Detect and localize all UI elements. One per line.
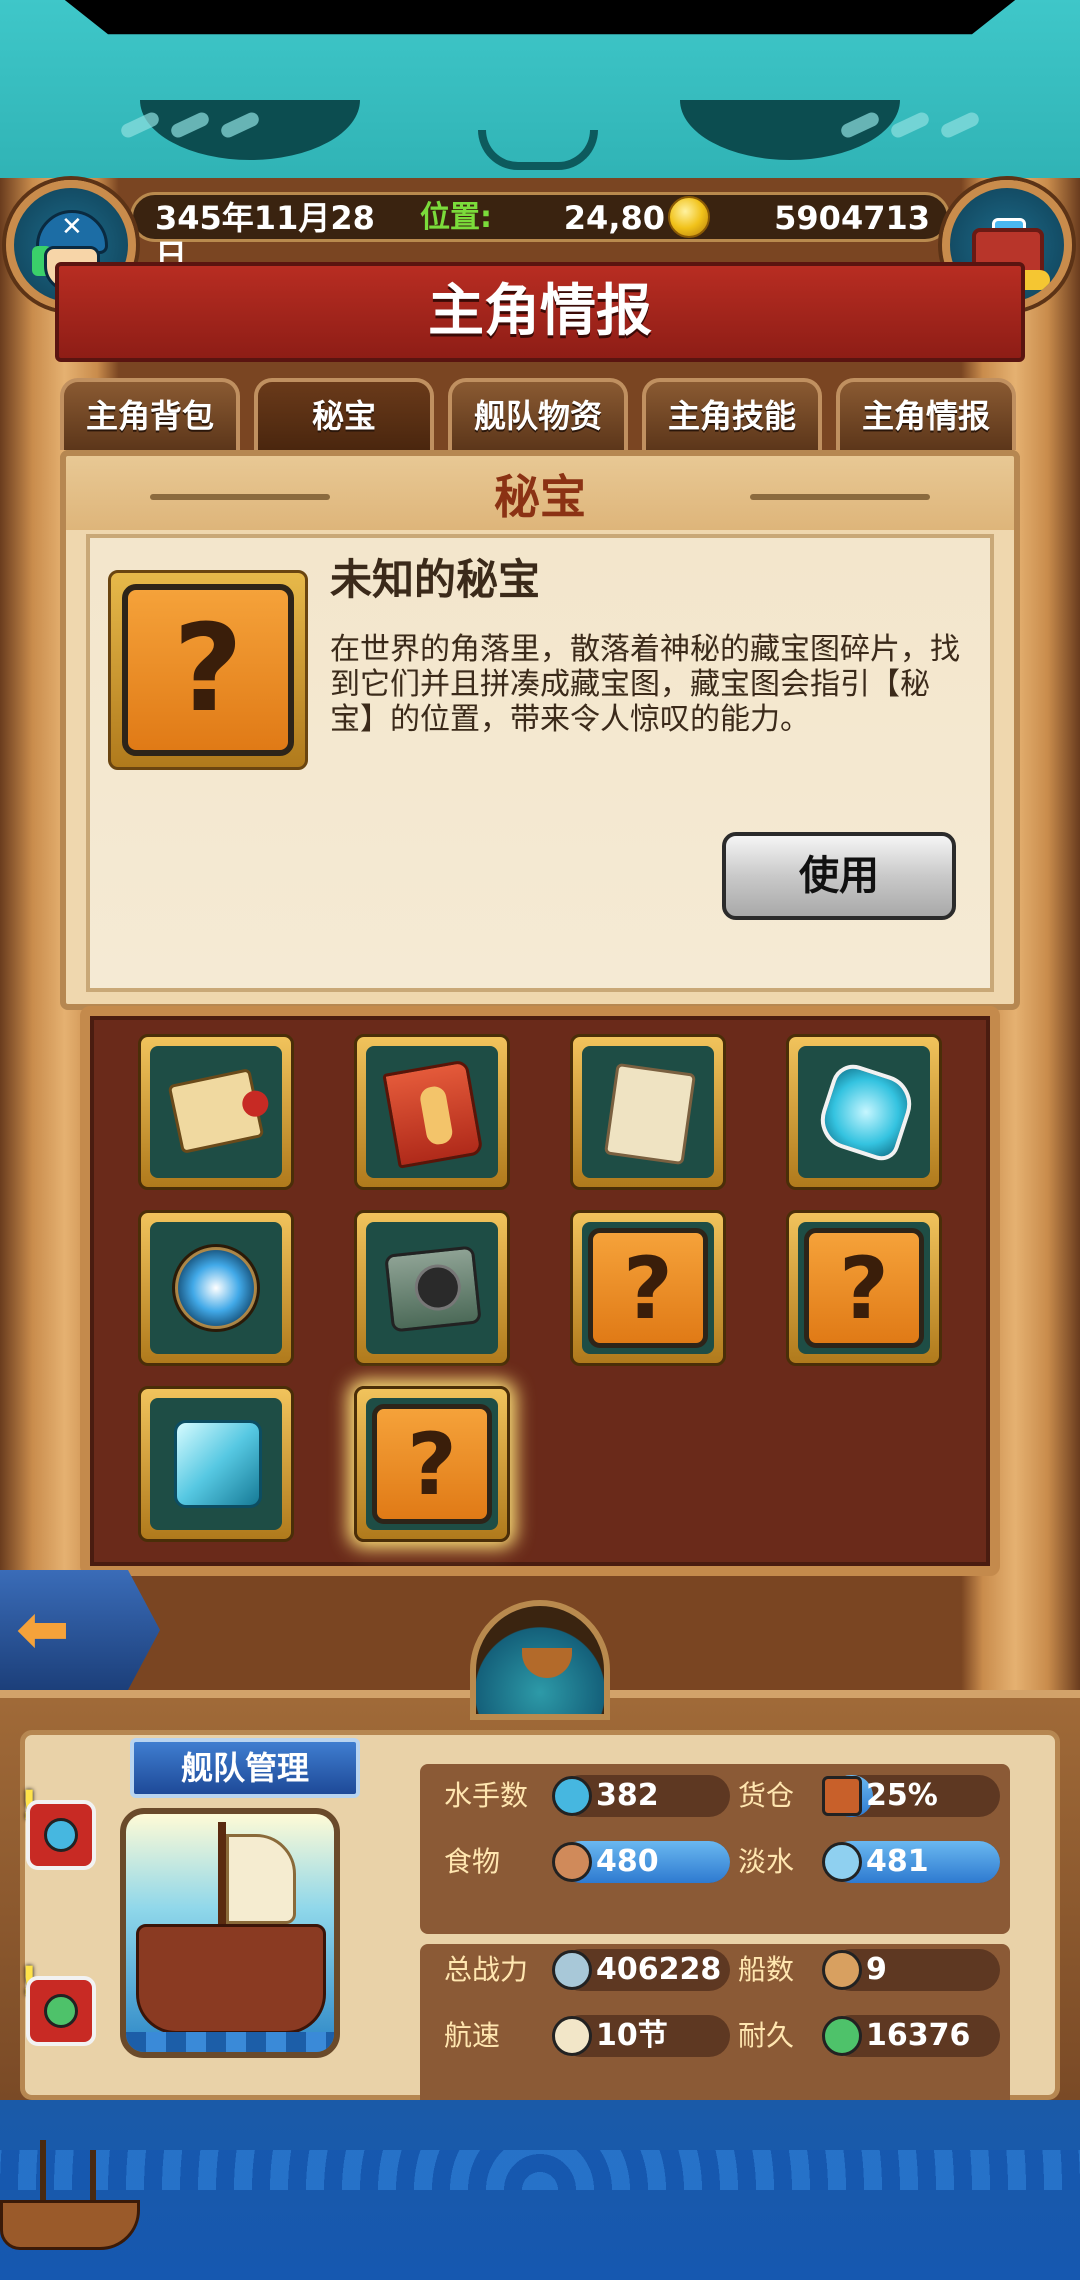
- ship-icon: [44, 1994, 78, 2028]
- grid-item-scroll[interactable]: [570, 1034, 726, 1190]
- unknown-icon: ?: [588, 1228, 708, 1348]
- cross-icon: ✕: [61, 212, 83, 242]
- tab-info[interactable]: 主角情报: [836, 378, 1016, 450]
- position-value: 24,80: [563, 199, 665, 237]
- crate-icon: [822, 1776, 862, 1816]
- sail-icon: [226, 1834, 296, 1924]
- meat-icon: [552, 1842, 592, 1882]
- grid-item-unknown-selected[interactable]: ?: [354, 1386, 510, 1542]
- sailor-icon: [552, 1776, 592, 1816]
- sea-footer: [0, 2100, 1080, 2280]
- hull-icon: [136, 1924, 326, 2034]
- sailors-label: 水手数: [444, 1779, 529, 1812]
- compass-icon: [172, 1244, 260, 1332]
- panel-title: 秘宝: [494, 470, 586, 524]
- fleet-title: 舰队管理: [180, 1749, 309, 1787]
- sailors-value: 382: [596, 1778, 659, 1813]
- food-label: 食物: [444, 1845, 501, 1878]
- grid-item-treasure-map[interactable]: [138, 1034, 294, 1190]
- durability-label: 耐久: [738, 2019, 795, 2052]
- top-banner: [0, 0, 1080, 190]
- red-book-icon: [382, 1059, 484, 1169]
- ship-repair-button[interactable]: [26, 1976, 96, 2046]
- use-button[interactable]: 使用: [722, 832, 956, 920]
- grid-item-compass[interactable]: [138, 1210, 294, 1366]
- unknown-icon: ?: [372, 1404, 492, 1524]
- grid-item-device[interactable]: [354, 1210, 510, 1366]
- crossed-swords-icon: [552, 1950, 592, 1990]
- ship-decoration: [0, 2140, 150, 2260]
- back-arrow-icon: ⬅: [16, 1593, 70, 1667]
- speed-value: 10节: [596, 2018, 668, 2053]
- cargo-value: 25%: [866, 1778, 938, 1813]
- sailor-icon: [44, 1818, 78, 1852]
- speed-label: 航速: [444, 2019, 501, 2052]
- water-jug-icon: [822, 1842, 862, 1882]
- repair-icon: [822, 2016, 862, 2056]
- cargo-label: 货仓: [738, 1779, 795, 1812]
- item-name: 未知的秘宝: [330, 555, 541, 604]
- sail-icon: [552, 2016, 592, 2056]
- position-label: 位置:: [420, 200, 492, 235]
- unknown-icon: ?: [804, 1228, 924, 1348]
- ships-label: 船数: [738, 1953, 795, 1986]
- power-label: 总战力: [444, 1953, 529, 1986]
- crystal-icon: [813, 1059, 919, 1165]
- grid-item-ice-cube[interactable]: [138, 1386, 294, 1542]
- item-description: 在世界的角落里，散落着神秘的藏宝图碎片，找到它们并且拼凑成藏宝图，藏宝图会指引【…: [330, 632, 960, 737]
- durability-value: 16376: [866, 2018, 971, 2053]
- gold-coin-icon: [668, 196, 710, 238]
- food-value: 480: [596, 1844, 659, 1879]
- boat-icon: [522, 1648, 572, 1678]
- tab-backpack[interactable]: 主角背包: [60, 378, 240, 450]
- unknown-treasure-icon: ?: [122, 584, 294, 756]
- grid-item-crystal[interactable]: [786, 1034, 942, 1190]
- grid-item-unknown[interactable]: ?: [786, 1210, 942, 1366]
- tab-treasure[interactable]: 秘宝: [254, 378, 434, 450]
- device-icon: [384, 1245, 482, 1333]
- gold-amount: 5904713: [774, 199, 930, 237]
- ships-value: 9: [866, 1952, 887, 1987]
- ship-image[interactable]: [120, 1808, 340, 2058]
- mast-icon: [218, 1822, 226, 1932]
- grid-item-red-book[interactable]: [354, 1034, 510, 1190]
- treasure-map-icon: [167, 1068, 265, 1154]
- wave-decoration: [0, 2150, 1080, 2190]
- tab-fleet-supplies[interactable]: 舰队物资: [448, 378, 628, 450]
- water-label: 淡水: [738, 1845, 795, 1878]
- ice-cube-icon: [174, 1420, 262, 1508]
- tab-skills[interactable]: 主角技能: [642, 378, 822, 450]
- hull-icon: [0, 2200, 140, 2250]
- sailor-button[interactable]: [26, 1800, 96, 1870]
- game-date: 345年11月28日: [155, 199, 375, 275]
- page-title: 主角情报: [428, 279, 652, 344]
- grid-item-unknown[interactable]: ?: [570, 1210, 726, 1366]
- wave-icon: [126, 2032, 334, 2052]
- scroll-icon: [603, 1062, 697, 1166]
- water-value: 481: [866, 1844, 929, 1879]
- ship-icon: [822, 1950, 862, 1990]
- power-value: 406228: [596, 1952, 722, 1987]
